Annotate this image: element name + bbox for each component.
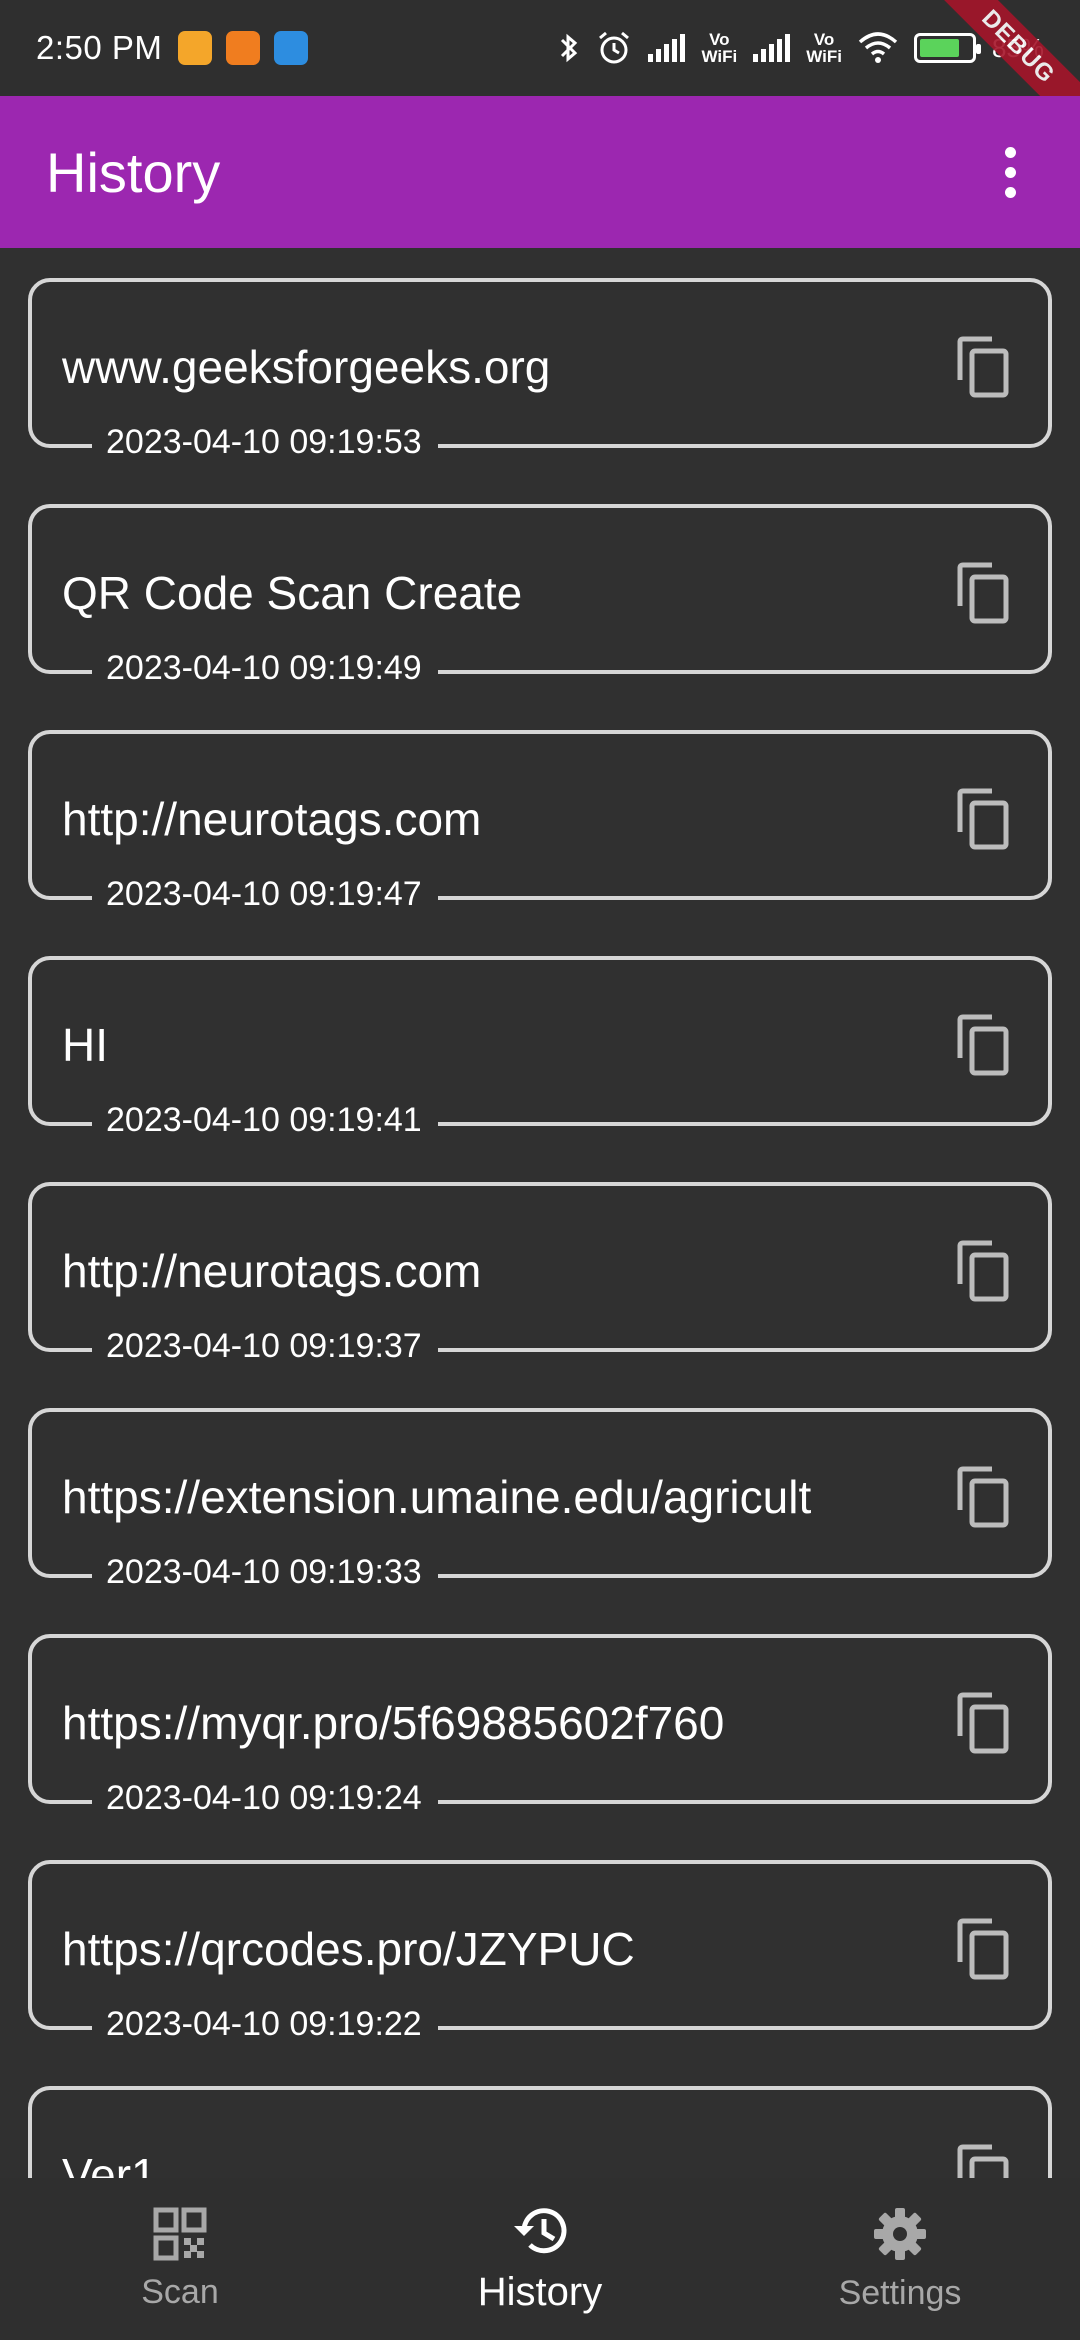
copy-icon[interactable] bbox=[956, 1692, 1012, 1754]
message-notification-icon bbox=[274, 31, 309, 65]
history-card[interactable]: http://neurotags.com 2023-04-10 09:19:47 bbox=[28, 730, 1052, 914]
copy-icon[interactable] bbox=[956, 2144, 1012, 2178]
history-item-timestamp: 2023-04-10 09:19:47 bbox=[92, 875, 438, 914]
copy-icon[interactable] bbox=[956, 1466, 1012, 1528]
history-card[interactable]: www.geeksforgeeks.org 2023-04-10 09:19:53 bbox=[28, 278, 1052, 462]
history-card[interactable]: QR Code Scan Create 2023-04-10 09:19:49 bbox=[28, 504, 1052, 688]
app-notification-icon bbox=[178, 31, 213, 65]
copy-icon[interactable] bbox=[956, 1014, 1012, 1076]
history-card[interactable]: https://qrcodes.pro/JZYPUC 2023-04-10 09:… bbox=[28, 1860, 1052, 2044]
history-item-timestamp: 2023-04-10 09:19:49 bbox=[92, 649, 438, 688]
history-icon bbox=[514, 2207, 567, 2253]
history-item-timestamp: 2023-04-10 09:19:33 bbox=[92, 1553, 438, 1592]
gear-icon bbox=[874, 2207, 926, 2260]
status-bar: 2:50 PM VoWiFi VoWiFi 85% DEBUG bbox=[0, 0, 1080, 139]
history-item-text: https://qrcodes.pro/JZYPUC bbox=[62, 1923, 635, 1975]
history-card[interactable]: http://neurotags.com 2023-04-10 09:19:37 bbox=[28, 1182, 1052, 1366]
notification-icons bbox=[178, 31, 309, 65]
history-item-text: www.geeksforgeeks.org bbox=[62, 341, 551, 393]
signal-icon bbox=[648, 34, 686, 62]
history-card[interactable]: https://extension.umaine.edu/agricult 202… bbox=[28, 1408, 1052, 1592]
bottom-navigation: Scan History Settings bbox=[0, 2178, 1080, 2340]
history-item-timestamp: 2023-04-10 09:19:41 bbox=[92, 1101, 438, 1140]
vowifi-label: Vo WiFi bbox=[701, 30, 738, 66]
page-title: History bbox=[46, 140, 221, 204]
vowifi-label-2: Vo WiFi bbox=[806, 30, 842, 66]
copy-icon[interactable] bbox=[956, 1918, 1012, 1980]
history-item-timestamp: 2023-04-10 09:19:53 bbox=[92, 423, 438, 462]
history-item-timestamp: 2023-04-10 09:19:24 bbox=[92, 1779, 438, 1818]
battery-icon bbox=[913, 33, 981, 63]
history-item-text: http://neurotags.com bbox=[62, 793, 482, 845]
history-item-timestamp: 2023-04-10 09:19:22 bbox=[92, 2005, 438, 2044]
history-item-text: Ver1 bbox=[62, 2149, 157, 2178]
qr-code-icon bbox=[153, 2207, 207, 2260]
copy-icon[interactable] bbox=[956, 788, 1012, 850]
history-card[interactable]: HI 2023-04-10 09:19:41 bbox=[28, 956, 1052, 1140]
app-bar: History bbox=[0, 96, 1080, 248]
idea-notification-icon bbox=[226, 31, 261, 65]
copy-icon[interactable] bbox=[956, 1240, 1012, 1302]
wifi-icon bbox=[858, 32, 898, 63]
history-item-text: QR Code Scan Create bbox=[62, 567, 523, 619]
history-item-text: https://myqr.pro/5f69885602f760 bbox=[62, 1697, 725, 1749]
history-item-text: https://extension.umaine.edu/agricult bbox=[62, 1471, 812, 1523]
nav-label-history: History bbox=[477, 2269, 603, 2314]
history-item-timestamp: 2023-04-10 09:19:37 bbox=[92, 1327, 438, 1366]
history-item-text: HI bbox=[62, 1019, 108, 1071]
copy-icon[interactable] bbox=[956, 336, 1012, 398]
history-card[interactable]: Ver1 bbox=[28, 2086, 1052, 2178]
more-vert-icon[interactable] bbox=[986, 132, 1034, 212]
alarm-icon bbox=[599, 31, 630, 64]
signal-icon-2 bbox=[753, 34, 791, 62]
bluetooth-icon bbox=[561, 33, 578, 63]
history-item-text: http://neurotags.com bbox=[62, 1245, 482, 1297]
nav-label-scan: Scan bbox=[141, 2272, 219, 2311]
nav-item-settings[interactable]: Settings bbox=[720, 2178, 1080, 2340]
nav-label-settings: Settings bbox=[838, 2273, 962, 2312]
status-time: 2:50 PM bbox=[36, 29, 163, 66]
copy-icon[interactable] bbox=[956, 562, 1012, 624]
history-card[interactable]: https://myqr.pro/5f69885602f760 2023-04-1… bbox=[28, 1634, 1052, 1818]
nav-item-history[interactable]: History bbox=[360, 2178, 720, 2340]
nav-item-scan[interactable]: Scan bbox=[0, 2178, 360, 2340]
history-list[interactable]: www.geeksforgeeks.org 2023-04-10 09:19:53… bbox=[0, 248, 1080, 2178]
system-status-icons: VoWiFi VoWiFi 85% bbox=[558, 30, 1044, 66]
